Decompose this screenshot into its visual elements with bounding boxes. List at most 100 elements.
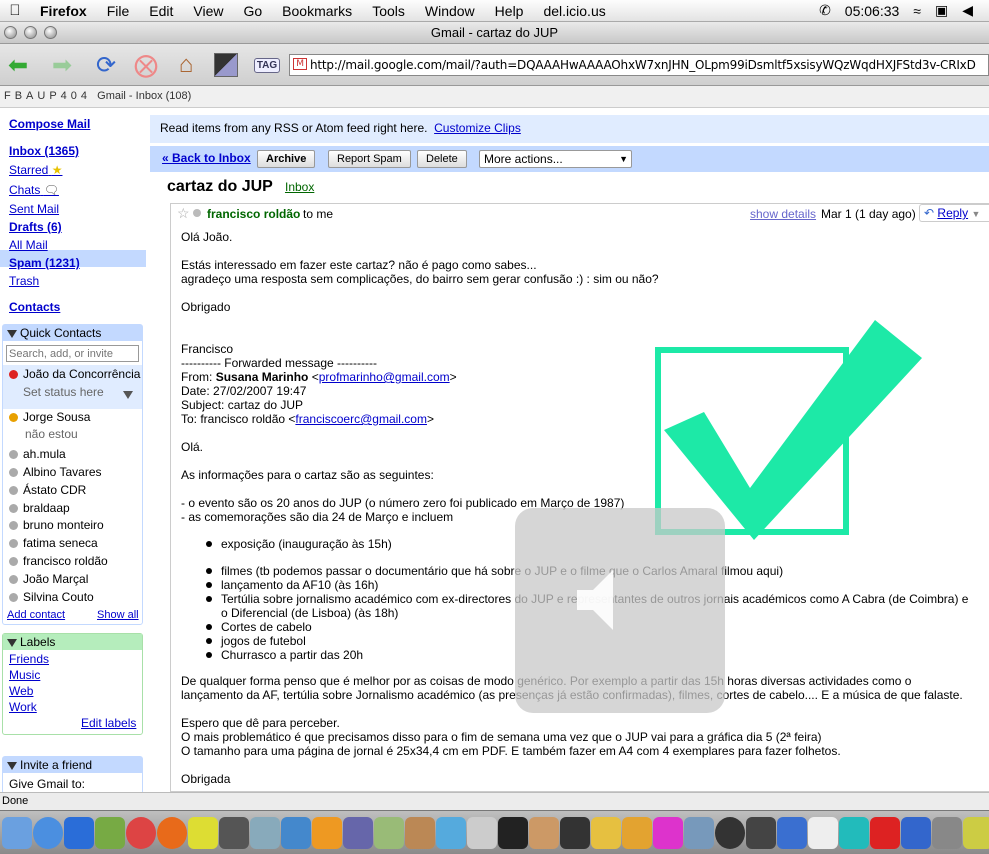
menu-go[interactable]: Go (233, 3, 272, 19)
menu-help[interactable]: Help (485, 3, 534, 19)
url-bar[interactable]: M http://mail.google.com/mail/?auth=DQAA… (289, 54, 989, 76)
ichat-icon[interactable] (436, 816, 466, 849)
volume-icon[interactable]: ◀ (962, 2, 973, 19)
quick-contacts-header[interactable]: Quick Contacts (3, 325, 142, 341)
contact-item[interactable]: bruno monteiro (9, 518, 104, 532)
app-icon[interactable] (95, 816, 125, 849)
app-icon[interactable] (622, 816, 652, 849)
nav-starred[interactable]: Starred ★ (9, 163, 62, 177)
set-status-dropdown[interactable]: Set status here (23, 385, 104, 399)
app-icon[interactable] (901, 816, 931, 849)
back-to-inbox-link[interactable]: « Back to Inbox (162, 151, 251, 165)
app-icon[interactable] (560, 816, 590, 849)
show-all-link[interactable]: Show all (97, 609, 139, 621)
label-friends[interactable]: Friends (9, 652, 49, 666)
app-icon[interactable] (374, 816, 404, 849)
label-music[interactable]: Music (9, 668, 40, 682)
menu-tools[interactable]: Tools (362, 3, 415, 19)
app-icon[interactable] (684, 816, 714, 849)
nav-sent-mail[interactable]: Sent Mail (9, 202, 59, 216)
menu-bookmarks[interactable]: Bookmarks (272, 3, 362, 19)
contact-item[interactable]: Silvina Couto (9, 590, 94, 604)
nav-chats[interactable]: Chats 🗨 (9, 183, 59, 197)
contact-item[interactable]: ah.mula (9, 447, 66, 461)
messenger-icon[interactable] (250, 816, 280, 849)
app-icon[interactable] (281, 816, 311, 849)
finder-icon[interactable] (2, 816, 32, 849)
dvd-player-icon[interactable] (715, 816, 745, 849)
app-icon[interactable] (188, 816, 218, 849)
wifi-icon[interactable]: ≈ (913, 3, 921, 19)
phone-icon[interactable]: ✆ (819, 2, 831, 19)
contact-search-input[interactable] (6, 345, 139, 362)
delete-button[interactable]: Delete (417, 150, 467, 168)
sender-name[interactable]: francisco roldão (207, 207, 300, 221)
from-email-link[interactable]: profmarinho@gmail.com (319, 370, 450, 384)
add-contact-link[interactable]: Add contact (7, 609, 65, 621)
menu-delicious[interactable]: del.icio.us (533, 3, 615, 19)
tag-icon[interactable]: TAG (250, 50, 284, 80)
app-icon[interactable] (777, 816, 807, 849)
ical-icon[interactable] (808, 816, 838, 849)
app-icon[interactable] (219, 816, 249, 849)
contact-item[interactable]: braldaap (9, 501, 70, 515)
zoom-window-icon[interactable] (44, 26, 57, 39)
menu-file[interactable]: File (97, 3, 140, 19)
star-outline-icon[interactable]: ☆ (177, 205, 190, 222)
label-work[interactable]: Work (9, 700, 37, 714)
imovie-icon[interactable] (746, 816, 776, 849)
flash-icon[interactable] (870, 816, 900, 849)
menu-firefox[interactable]: Firefox (30, 3, 97, 19)
reload-icon[interactable]: ⟳ (90, 50, 122, 80)
app-icon[interactable] (343, 816, 373, 849)
inbox-label-chip[interactable]: Inbox (285, 180, 314, 194)
contact-jorge-sousa[interactable]: Jorge Sousa (9, 410, 90, 424)
stop-icon[interactable]: ⨂ (130, 50, 162, 80)
app-icon[interactable] (498, 816, 528, 849)
contact-item[interactable]: João Marçal (9, 572, 88, 586)
nav-spam[interactable]: Spam (1231) (9, 256, 80, 270)
status-dropdown-arrow-icon[interactable] (123, 391, 133, 399)
firefox-icon[interactable] (157, 816, 187, 849)
forward-arrow-icon[interactable]: ➡ (44, 50, 80, 80)
back-arrow-icon[interactable]: ⬅ (0, 50, 36, 80)
to-email-link[interactable]: franciscoerc@gmail.com (295, 412, 427, 426)
nav-inbox[interactable]: Inbox (1365) (9, 144, 79, 158)
internet-explorer-icon[interactable] (64, 816, 94, 849)
label-web[interactable]: Web (9, 684, 33, 698)
menu-view[interactable]: View (183, 3, 233, 19)
reply-button[interactable]: ↶ Reply ▼ (919, 204, 989, 222)
apple-menu-icon[interactable]:  (0, 2, 30, 19)
nav-contacts[interactable]: Contacts (9, 300, 60, 314)
creative-suite-icon[interactable] (126, 816, 156, 849)
contact-item[interactable]: francisco roldão (9, 554, 108, 568)
app-icon[interactable] (467, 816, 497, 849)
iphoto-icon[interactable] (529, 816, 559, 849)
edit-labels-link[interactable]: Edit labels (81, 716, 136, 730)
app-icon[interactable] (312, 816, 342, 849)
tab-gmail-inbox[interactable]: Gmail - Inbox (108) (97, 90, 191, 102)
contact-item[interactable]: fatima seneca (9, 536, 98, 550)
nav-all-mail[interactable]: All Mail (9, 238, 48, 252)
home-icon[interactable]: ⌂ (170, 50, 202, 80)
compose-mail-link[interactable]: Compose Mail (9, 117, 90, 131)
contact-item[interactable]: Albino Tavares (9, 465, 102, 479)
app-icon[interactable] (591, 816, 621, 849)
app-icon[interactable] (653, 816, 683, 849)
nav-trash[interactable]: Trash (9, 274, 39, 288)
bookmark-icon[interactable] (210, 50, 242, 80)
safari-icon[interactable] (33, 816, 63, 849)
invite-header[interactable]: Invite a friend (3, 757, 142, 773)
labels-header[interactable]: Labels (3, 634, 142, 650)
menu-window[interactable]: Window (415, 3, 485, 19)
show-details-link[interactable]: show details (750, 207, 816, 221)
contact-item[interactable]: Ástato CDR (9, 483, 86, 497)
customize-clips-link[interactable]: Customize Clips (434, 121, 521, 135)
menu-edit[interactable]: Edit (139, 3, 183, 19)
address-book-icon[interactable] (405, 816, 435, 849)
app-icon[interactable] (963, 816, 989, 849)
minimize-window-icon[interactable] (24, 26, 37, 39)
archive-button[interactable]: Archive (257, 150, 316, 168)
close-window-icon[interactable] (4, 26, 17, 39)
app-icon[interactable] (932, 816, 962, 849)
